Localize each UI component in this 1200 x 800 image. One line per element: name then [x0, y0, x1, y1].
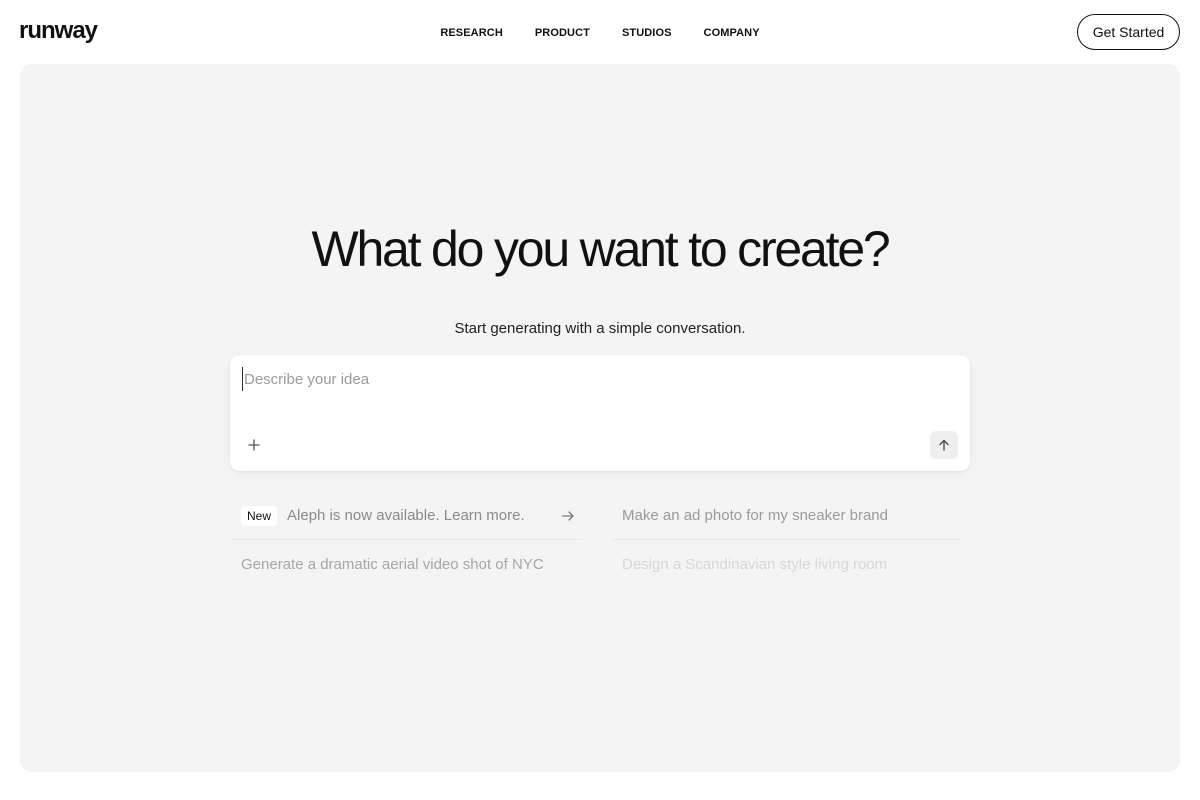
plus-icon: [248, 439, 260, 451]
suggestion-living-room[interactable]: Design a Scandinavian style living room: [612, 540, 962, 589]
nav-product[interactable]: PRODUCT: [535, 24, 590, 42]
hero-subtitle: Start generating with a simple conversat…: [454, 320, 746, 337]
prompt-box: [230, 355, 970, 471]
add-attachment-button[interactable]: [244, 435, 264, 455]
arrow-right-icon: [561, 511, 574, 521]
main-nav: RESEARCH PRODUCT STUDIOS COMPANY: [0, 24, 1200, 42]
suggestion-aleph-announcement[interactable]: New Aleph is now available. Learn more.: [232, 491, 582, 540]
get-started-button[interactable]: Get Started: [1077, 14, 1180, 50]
prompt-input[interactable]: [242, 367, 942, 391]
suggestion-text: Generate a dramatic aerial video shot of…: [241, 556, 544, 573]
hero-title: What do you want to create?: [311, 221, 890, 277]
nav-company[interactable]: COMPANY: [704, 24, 760, 42]
suggestion-nyc-aerial[interactable]: Generate a dramatic aerial video shot of…: [232, 540, 582, 589]
new-badge: New: [241, 505, 278, 526]
suggestion-text: Make an ad photo for my sneaker brand: [622, 507, 888, 524]
nav-studios[interactable]: STUDIOS: [622, 24, 672, 42]
arrow-up-icon: [939, 439, 949, 451]
suggestion-text: Design a Scandinavian style living room: [622, 556, 888, 573]
nav-research[interactable]: RESEARCH: [440, 24, 503, 42]
suggestion-text: Aleph is now available. Learn more.: [287, 507, 525, 524]
send-button[interactable]: [930, 431, 958, 459]
top-navigation-bar: runway RESEARCH PRODUCT STUDIOS COMPANY …: [0, 0, 1200, 64]
suggestion-sneaker-ad[interactable]: Make an ad photo for my sneaker brand: [612, 491, 962, 540]
